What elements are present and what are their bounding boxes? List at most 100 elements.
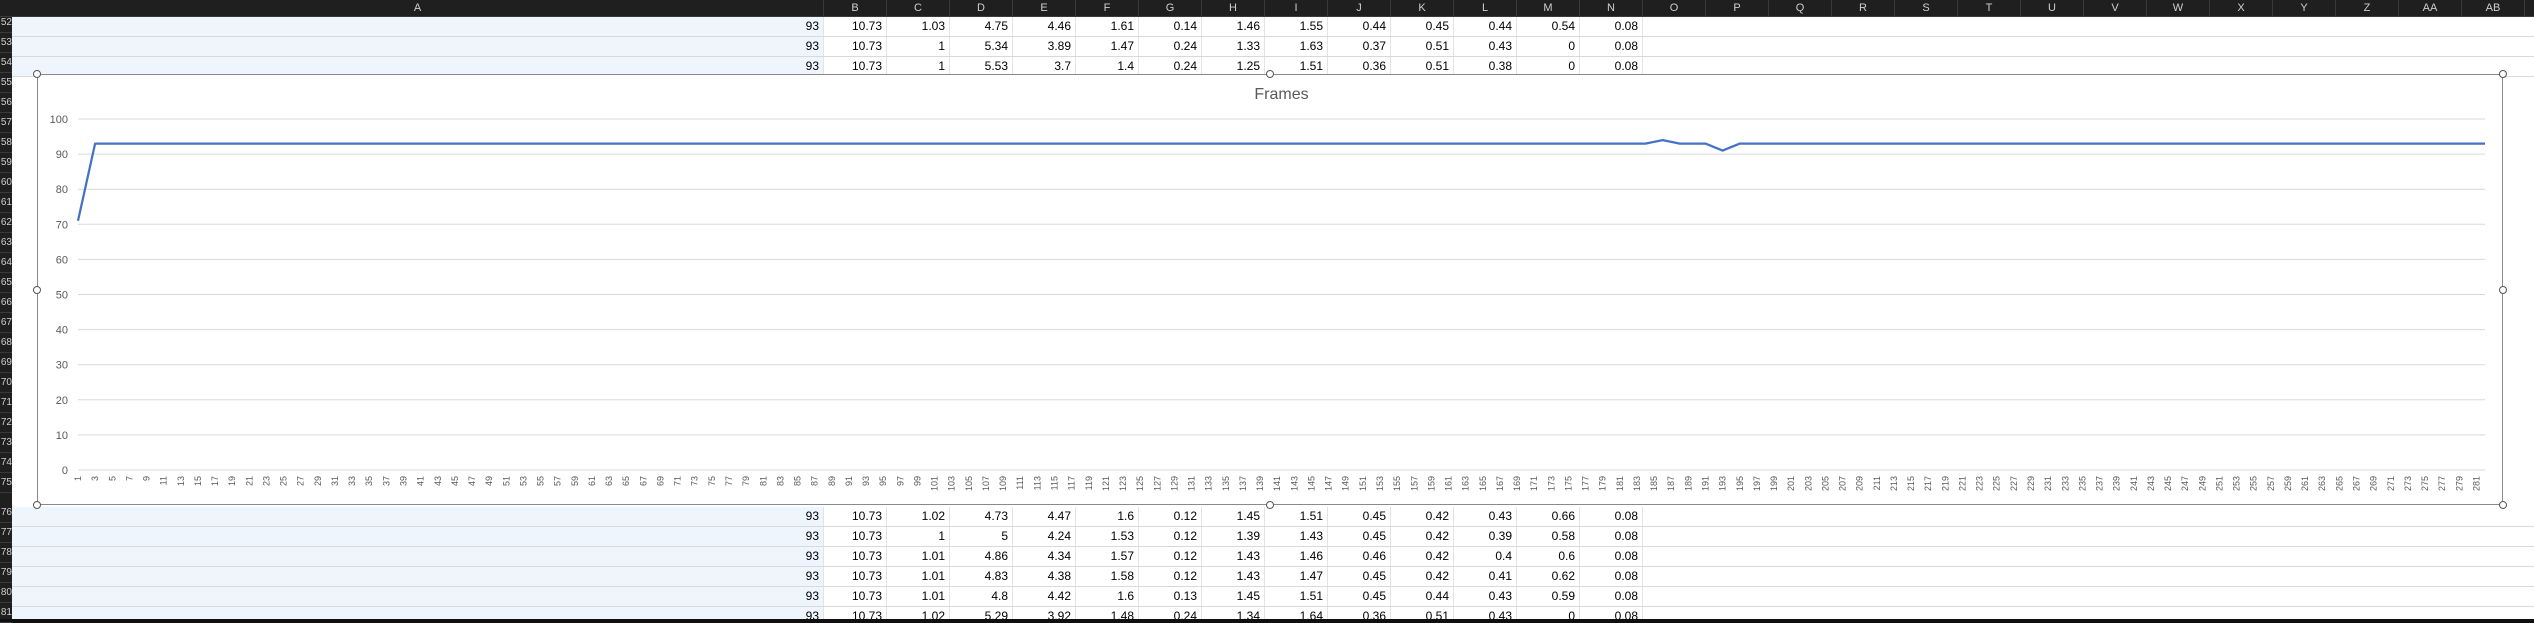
table-cell[interactable]: 1.39 xyxy=(1202,527,1265,546)
row-number[interactable]: 67 xyxy=(0,313,12,333)
row-number[interactable]: 59 xyxy=(0,153,12,173)
chart-resize-handle[interactable] xyxy=(33,285,41,294)
column-header-n[interactable]: N xyxy=(1580,0,1643,16)
column-header-q[interactable]: Q xyxy=(1769,0,1832,16)
row-number[interactable]: 58 xyxy=(0,133,12,153)
column-header-o[interactable]: O xyxy=(1643,0,1706,16)
table-cell[interactable]: 1.45 xyxy=(1202,507,1265,526)
table-cell[interactable]: 10.73 xyxy=(824,37,887,56)
table-cell[interactable]: 1.43 xyxy=(1202,567,1265,586)
column-header-m[interactable]: M xyxy=(1517,0,1580,16)
table-cell[interactable]: 4.83 xyxy=(950,567,1013,586)
row-number[interactable]: 71 xyxy=(0,393,12,413)
table-cell[interactable]: 0.41 xyxy=(1454,567,1517,586)
row-number[interactable]: 66 xyxy=(0,293,12,313)
table-cell[interactable]: 0.44 xyxy=(1328,17,1391,36)
table-cell[interactable]: 0.43 xyxy=(1454,507,1517,526)
table-cell[interactable]: 10.73 xyxy=(824,587,887,606)
table-cell[interactable]: 1.01 xyxy=(887,547,950,566)
column-header-a[interactable]: A xyxy=(12,0,824,16)
table-cell[interactable]: 4.47 xyxy=(1013,507,1076,526)
row-number[interactable]: 64 xyxy=(0,253,12,273)
table-cell[interactable]: 0.08 xyxy=(1580,587,1643,606)
column-header-v[interactable]: V xyxy=(2084,0,2147,16)
table-cell[interactable]: 0.13 xyxy=(1139,587,1202,606)
row-number[interactable]: 57 xyxy=(0,113,12,133)
row-number[interactable]: 53 xyxy=(0,33,12,53)
table-cell[interactable]: 1.63 xyxy=(1265,37,1328,56)
chart-resize-handle[interactable] xyxy=(2499,501,2507,509)
column-header-w[interactable]: W xyxy=(2147,0,2210,16)
table-cell[interactable]: 10.73 xyxy=(824,547,887,566)
table-cell[interactable]: 1.64 xyxy=(1265,607,1328,619)
table-cell[interactable]: 10.73 xyxy=(824,527,887,546)
chart-resize-handle[interactable] xyxy=(1266,70,1274,78)
table-cell[interactable]: 1.01 xyxy=(887,587,950,606)
table-cell[interactable]: 10.73 xyxy=(824,17,887,36)
table-cell[interactable]: 0 xyxy=(1517,607,1580,619)
table-cell[interactable]: 93 xyxy=(12,607,824,619)
row-number[interactable]: 70 xyxy=(0,373,12,393)
column-header-s[interactable]: S xyxy=(1895,0,1958,16)
column-header-h[interactable]: H xyxy=(1202,0,1265,16)
row-number[interactable]: 74 xyxy=(0,453,12,473)
column-header-p[interactable]: P xyxy=(1706,0,1769,16)
row-number[interactable]: 68 xyxy=(0,333,12,353)
table-cell[interactable]: 0.12 xyxy=(1139,547,1202,566)
table-cell[interactable]: 1.6 xyxy=(1076,587,1139,606)
row-number[interactable]: 60 xyxy=(0,173,12,193)
row-number[interactable]: 79 xyxy=(0,563,12,583)
table-cell[interactable]: 4.38 xyxy=(1013,567,1076,586)
table-cell[interactable]: 1.02 xyxy=(887,607,950,619)
table-cell[interactable]: 0.08 xyxy=(1580,17,1643,36)
table-cell[interactable]: 0.46 xyxy=(1328,547,1391,566)
table-cell[interactable]: 4.42 xyxy=(1013,587,1076,606)
table-cell[interactable]: 0.59 xyxy=(1517,587,1580,606)
table-cell[interactable]: 0.45 xyxy=(1328,527,1391,546)
row-number[interactable]: 54 xyxy=(0,53,12,73)
row-number[interactable]: 72 xyxy=(0,413,12,433)
column-header-aa[interactable]: AA xyxy=(2399,0,2462,16)
table-cell[interactable]: 0.42 xyxy=(1391,547,1454,566)
table-cell[interactable]: 1.02 xyxy=(887,507,950,526)
table-cell[interactable]: 10.73 xyxy=(824,507,887,526)
table-cell[interactable]: 1.33 xyxy=(1202,37,1265,56)
table-cell[interactable]: 1 xyxy=(887,37,950,56)
chart-resize-handle[interactable] xyxy=(33,70,41,78)
table-cell[interactable]: 0.45 xyxy=(1328,507,1391,526)
table-cell[interactable]: 0.45 xyxy=(1391,17,1454,36)
table-cell[interactable]: 93 xyxy=(12,587,824,606)
table-cell[interactable]: 5.29 xyxy=(950,607,1013,619)
table-cell[interactable]: 1.46 xyxy=(1265,547,1328,566)
table-cell[interactable]: 0.37 xyxy=(1328,37,1391,56)
table-cell[interactable]: 1.43 xyxy=(1202,547,1265,566)
table-cell[interactable]: 1.47 xyxy=(1076,37,1139,56)
row-number[interactable]: 73 xyxy=(0,433,12,453)
table-cell[interactable]: 0.45 xyxy=(1328,587,1391,606)
table-cell[interactable]: 1 xyxy=(887,527,950,546)
table-cell[interactable]: 0.44 xyxy=(1454,17,1517,36)
column-header-f[interactable]: F xyxy=(1076,0,1139,16)
table-cell[interactable]: 93 xyxy=(12,17,824,36)
table-cell[interactable]: 10.73 xyxy=(824,607,887,619)
table-cell[interactable]: 0.36 xyxy=(1328,607,1391,619)
column-header-y[interactable]: Y xyxy=(2273,0,2336,16)
row-number[interactable]: 56 xyxy=(0,93,12,113)
row-number[interactable]: 77 xyxy=(0,523,12,543)
row-number[interactable]: 55 xyxy=(0,73,12,93)
table-cell[interactable]: 0.08 xyxy=(1580,37,1643,56)
table-cell[interactable]: 0.12 xyxy=(1139,507,1202,526)
table-cell[interactable]: 0.12 xyxy=(1139,567,1202,586)
column-header-d[interactable]: D xyxy=(950,0,1013,16)
column-header-e[interactable]: E xyxy=(1013,0,1076,16)
table-cell[interactable]: 0.51 xyxy=(1391,37,1454,56)
column-header-j[interactable]: J xyxy=(1328,0,1391,16)
table-cell[interactable]: 93 xyxy=(12,507,824,526)
chart-resize-handle[interactable] xyxy=(2499,285,2507,294)
column-header-x[interactable]: X xyxy=(2210,0,2273,16)
table-cell[interactable]: 1.51 xyxy=(1265,587,1328,606)
column-header-k[interactable]: K xyxy=(1391,0,1454,16)
column-header-r[interactable]: R xyxy=(1832,0,1895,16)
table-cell[interactable]: 0.62 xyxy=(1517,567,1580,586)
chart-frames[interactable]: Frames 0 10 20 30 40 50 60 70 80 90 100 1 3 5 7 9 11 13 15 1… xyxy=(33,70,2507,509)
